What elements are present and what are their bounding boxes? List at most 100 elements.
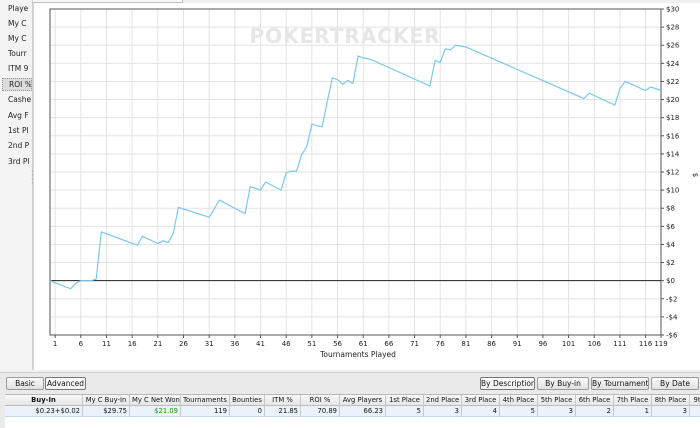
column-header[interactable]: My C Buy-In [83, 395, 130, 406]
table-row[interactable]: $0.23+$0.02 $29.75 $21.09 119 0 21.85 70… [5, 406, 700, 417]
x-tick-label: 21 [153, 340, 162, 348]
by-description-button[interactable]: By Description [480, 377, 535, 390]
column-header[interactable]: 2nd Place [424, 395, 462, 406]
sidebar-item-itm[interactable]: ITM 9 [2, 62, 32, 75]
column-header[interactable]: 8th Place [652, 395, 690, 406]
x-tick-label: 119 [654, 340, 667, 348]
y-tick-label: $6 [666, 223, 675, 231]
y-tick-label: $14 [666, 150, 680, 158]
y-tick-label: $4 [666, 241, 675, 249]
y-tick-label: $8 [666, 205, 675, 213]
by-tournament-button[interactable]: By Tournament [591, 377, 649, 390]
column-header[interactable]: 1st Place [386, 395, 424, 406]
y-tick-label: $26 [666, 42, 680, 50]
column-header[interactable]: ITM % [265, 395, 301, 406]
y-tick-label: $16 [666, 132, 680, 140]
column-header[interactable]: 3rd Place [462, 395, 500, 406]
table-cell: 70.89 [301, 406, 340, 417]
sidebar-item-avg-finish[interactable]: Avg F [2, 109, 32, 122]
bottom-panel: Basic Advanced By Description By Buy-in … [0, 372, 700, 428]
x-tick-label: 61 [359, 340, 368, 348]
pokertracker-watermark: POKERTRACKER [249, 24, 440, 48]
x-tick-label: 26 [179, 340, 188, 348]
column-header[interactable]: 6th Place [576, 395, 614, 406]
x-tick-label: 91 [513, 340, 522, 348]
y-tick-label: $30 [666, 6, 679, 14]
table-cell: 66.23 [340, 406, 386, 417]
stats-sidebar: Playe My C My C Tourr ITM 9 ROI % Cashe … [0, 0, 34, 370]
x-tick-label: 96 [538, 340, 547, 348]
y-tick-label: -$6 [666, 332, 678, 340]
x-tick-label: 11 [102, 340, 111, 348]
sidebar-item-tournaments[interactable]: Tourr [2, 47, 32, 60]
x-tick-label: 51 [307, 340, 316, 348]
x-tick-label: 6 [79, 340, 84, 348]
column-header[interactable]: 4th Place [500, 395, 538, 406]
sidebar-item-my-net-won[interactable]: My C [2, 32, 32, 45]
y-tick-label: $2 [666, 259, 675, 267]
y-tick-label: $20 [666, 96, 679, 104]
table-cell: $29.75 [83, 406, 130, 417]
sidebar-item-cashes[interactable]: Cashe [2, 93, 32, 106]
x-tick-label: 56 [333, 340, 342, 348]
y-tick-label: $22 [666, 78, 679, 86]
x-axis-label: Tournaments Played [319, 350, 396, 359]
chart-panel: POKERTRACKER $30 $28 $26 $24 $22 $20 $18 $16 $14… [33, 3, 700, 370]
table-header-row: Buy-In My C Buy-In My C Net Won Tourname… [5, 395, 700, 406]
table-cell [690, 406, 700, 417]
column-header[interactable]: 9t [690, 395, 700, 406]
sidebar-item-player[interactable]: Playe [2, 2, 32, 15]
x-tick-label: 46 [282, 340, 291, 348]
line-chart: POKERTRACKER $30$28$26$24$22$20$18$16$14… [49, 6, 699, 359]
y-tick-label: $0 [666, 277, 675, 285]
results-table: Buy-In My C Buy-In My C Net Won Tourname… [5, 394, 700, 428]
x-tick-label: 66 [384, 340, 393, 348]
y-tick-label: $18 [666, 114, 679, 122]
table-cell: 2 [576, 406, 614, 417]
x-tick-label: 36 [230, 340, 239, 348]
by-buyin-button[interactable]: By Buy-in [537, 377, 589, 390]
x-tick-label: 76 [436, 340, 445, 348]
column-header[interactable]: My C Net Won [130, 395, 181, 406]
x-tick-label: 111 [613, 340, 626, 348]
table-cell: 3 [538, 406, 576, 417]
sidebar-item-3rd-place[interactable]: 3rd Pl [2, 155, 32, 168]
chart-axes: $30$28$26$24$22$20$18$16$14$12$10$8$6$4$… [53, 6, 680, 349]
column-header[interactable]: Tournaments [181, 395, 230, 406]
column-header[interactable]: ROI % [301, 395, 340, 406]
y-tick-label: $24 [666, 60, 680, 68]
x-tick-label: 116 [639, 340, 653, 348]
x-tick-label: 41 [256, 340, 265, 348]
column-header[interactable]: Bounties [230, 395, 265, 406]
sidebar-item-roi[interactable]: ROI % [2, 78, 32, 91]
table-cell: 4 [462, 406, 500, 417]
sidebar-item-1st-place[interactable]: 1st Pl [2, 124, 32, 137]
advanced-button[interactable]: Advanced [45, 377, 86, 390]
table-cell: 3 [424, 406, 462, 417]
chart-grid [50, 8, 662, 336]
x-tick-label: 81 [461, 340, 470, 348]
table-cell-net-won: $21.09 [130, 406, 181, 417]
x-tick-label: 31 [205, 340, 214, 348]
sidebar-item-my-buyin[interactable]: My C [2, 17, 32, 30]
table-cell: 1 [614, 406, 652, 417]
x-tick-label: 71 [410, 340, 419, 348]
y-axis-label: $ [691, 173, 699, 177]
y-tick-label: $10 [666, 187, 679, 195]
table-cell: 5 [386, 406, 424, 417]
x-tick-label: 1 [53, 340, 57, 348]
table-cell: 0 [230, 406, 265, 417]
by-date-button[interactable]: By Date [651, 377, 699, 390]
table-cell: 119 [181, 406, 230, 417]
column-header[interactable]: 7th Place [614, 395, 652, 406]
sidebar-item-2nd-place[interactable]: 2nd P [2, 139, 32, 152]
y-tick-label: -$4 [666, 313, 678, 321]
table-cell: 21.85 [265, 406, 301, 417]
x-tick-label: 86 [487, 340, 496, 348]
basic-button[interactable]: Basic [6, 377, 44, 390]
table-cell: $0.23+$0.02 [5, 406, 83, 417]
y-tick-label: -$2 [666, 295, 677, 303]
column-header[interactable]: Buy-In [5, 395, 83, 406]
column-header[interactable]: 5th Place [538, 395, 576, 406]
column-header[interactable]: Avg Players [340, 395, 386, 406]
